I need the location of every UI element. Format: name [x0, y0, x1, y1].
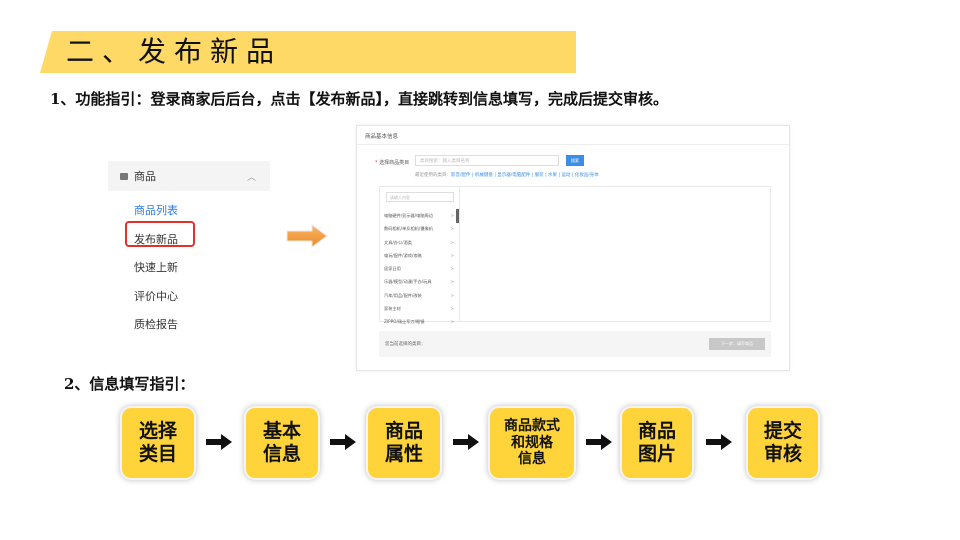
selection-bar: 您当前选择的类目： 下一步，填写商品	[379, 331, 771, 357]
category-item[interactable]: 电脑硬件/显示器/电脑周边 >	[384, 209, 454, 222]
flow-arrow-icon	[330, 434, 356, 450]
form-title: 商品基本信息	[365, 134, 399, 140]
category-search-input[interactable]: 类目搜索：输入类目名称	[415, 155, 559, 166]
sidebar-item-qc-report[interactable]: 质检报告	[108, 311, 270, 340]
guide-line-2: 2、信息填写指引：	[64, 375, 195, 393]
sidebar-header[interactable]: 商品 ︿	[108, 161, 270, 191]
divider	[357, 144, 789, 145]
sidebar-menu: 商品 ︿ 商品列表 发布新品 快速上新 评价中心 质检报告	[108, 161, 270, 339]
category-label: * 选择商品类目	[375, 160, 410, 166]
category-item[interactable]: 乐器/模型/动漫/手办/玩具 >	[384, 275, 454, 288]
sidebar-item-review-center[interactable]: 评价中心	[108, 283, 270, 312]
flow-step-style-spec: 商品款式 和规格 信息	[490, 408, 574, 478]
category-item[interactable]: 汽车/用品/配件/改装 >	[384, 289, 454, 302]
arrow-right-icon	[286, 224, 328, 248]
flow-arrow-icon	[586, 434, 612, 450]
category-tree: 请输入内容 电脑硬件/显示器/电脑周边 > 数码相机/单反相机/摄像机 > 文具/办…	[379, 186, 771, 324]
category-item[interactable]: 数码相机/单反相机/摄像机 >	[384, 222, 454, 235]
category-item[interactable]: 居家日用 >	[384, 262, 454, 275]
category-column: 请输入内容 电脑硬件/显示器/电脑周边 > 数码相机/单反相机/摄像机 > 文具/办…	[380, 187, 460, 324]
recent-categories: 最近使用的类目：影音/配件 | 机械键盘 | 显示器/电脑配件 | 服装 | 水…	[415, 173, 599, 178]
package-icon	[120, 172, 128, 180]
category-search-button[interactable]: 搜索	[566, 155, 584, 166]
flow-arrow-icon	[453, 434, 479, 450]
category-item[interactable]: 家装主材 >	[384, 302, 454, 315]
guide-line-1: 1、功能指引：登录商家后后台，点击【发布新品】，直接跳转到信息填写，完成后提交审…	[50, 90, 668, 108]
flow-arrow-icon	[706, 434, 732, 450]
flow-step-submit-review: 提交 审核	[748, 408, 818, 478]
next-step-button[interactable]: 下一步，填写商品	[709, 338, 765, 350]
scrollbar[interactable]	[456, 209, 459, 223]
flow-arrow-icon	[206, 434, 232, 450]
flow-step-images: 商品 图片	[622, 408, 692, 478]
category-item[interactable]: 电玩/配件/游戏/攻略 >	[384, 249, 454, 262]
sidebar-item-quick-listing[interactable]: 快速上新	[108, 254, 270, 283]
category-item[interactable]: ZIPPO/瑞士军刀/眼镜 >	[384, 315, 454, 328]
column-search-input[interactable]: 请输入内容	[386, 192, 454, 202]
category-item[interactable]: 文具/办公/酒类 >	[384, 236, 454, 249]
flow-step-attributes: 商品 属性	[368, 408, 440, 478]
chevron-up-icon: ︿	[246, 173, 256, 183]
selected-category-text: 您当前选择的类目：	[385, 342, 426, 347]
recent-category-links[interactable]: 影音/配件 | 机械键盘 | 显示器/电脑配件 | 服装 | 水果 | 运动 |…	[451, 173, 599, 178]
flow-step-basic-info: 基本 信息	[246, 408, 318, 478]
flow-step-select-category: 选择 类目	[122, 408, 194, 478]
section-title: 二、发布新品	[66, 35, 283, 68]
form-screenshot: 商品基本信息 * 选择商品类目 类目搜索：输入类目名称 搜索 最近使用的类目：影…	[356, 125, 790, 371]
sidebar-header-label: 商品	[134, 170, 156, 183]
highlight-box	[125, 221, 195, 247]
